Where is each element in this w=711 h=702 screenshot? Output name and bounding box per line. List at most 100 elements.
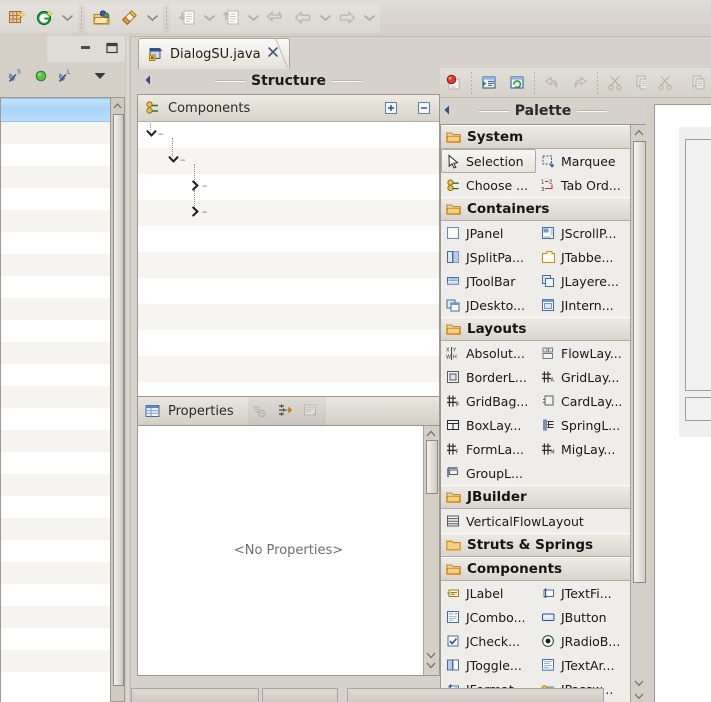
palette-category-header[interactable]: Layouts [441, 317, 631, 341]
palette-item-springl[interactable]: SpringL... [536, 413, 631, 437]
editor-tab-dialogsu[interactable]: DialogSU.java [138, 38, 290, 69]
tree-row[interactable]: – [138, 164, 439, 200]
new-wizard-button[interactable] [3, 4, 31, 32]
tree-row[interactable] [138, 356, 439, 382]
import-button[interactable] [173, 4, 201, 32]
palette-item-jtoggle[interactable]: JToggle... [441, 653, 536, 677]
refresh-button[interactable] [503, 69, 531, 97]
sash-divider-left[interactable] [125, 36, 131, 702]
restore-default-button[interactable] [248, 401, 270, 421]
chevron-down-icon[interactable] [317, 6, 333, 30]
package-explorer-row[interactable] [1, 144, 111, 166]
package-explorer-row[interactable] [1, 166, 111, 188]
forward-button[interactable] [333, 4, 361, 32]
tree-row[interactable] [138, 330, 439, 356]
package-explorer-scrollbar[interactable] [110, 97, 125, 702]
cut-button[interactable] [601, 69, 629, 97]
tree-row[interactable] [138, 304, 439, 330]
palette-item-jpanel[interactable]: JPanel [441, 221, 536, 245]
close-icon[interactable] [267, 46, 279, 62]
last-edit-location-button[interactable] [261, 4, 289, 32]
palette-item-selection[interactable]: Selection [441, 149, 536, 173]
chevron-down-icon[interactable] [144, 6, 160, 30]
dialog-content-pane[interactable] [685, 139, 711, 391]
palette-item-boxlay[interactable]: BoxLay... [441, 413, 536, 437]
palette-item-cardlay[interactable]: CardLay... [536, 389, 631, 413]
palette-item-jtextfi[interactable]: JTextFi... [536, 581, 631, 605]
palette-category-header[interactable]: System [441, 125, 631, 149]
palette-item-jcheck[interactable]: JCheck... [441, 629, 536, 653]
palette-item-jdeskto[interactable]: JDeskto... [441, 293, 536, 317]
package-explorer-row[interactable] [1, 430, 111, 452]
palette-item-miglay[interactable]: M MigLay... [536, 437, 631, 461]
package-explorer-row[interactable] [1, 584, 111, 606]
chevron-down-icon[interactable] [146, 128, 157, 142]
package-explorer-list[interactable] [0, 97, 111, 702]
scroll-down-icon-2[interactable] [426, 659, 436, 673]
show-advanced-button[interactable] [274, 401, 296, 421]
link-with-selection-icon[interactable]: S [8, 68, 24, 87]
package-explorer-row[interactable] [1, 298, 111, 320]
package-explorer-row[interactable] [1, 540, 111, 562]
palette-category-header[interactable]: Containers [441, 197, 631, 221]
open-type-button[interactable] [88, 4, 116, 32]
tree-row[interactable]: – [138, 138, 439, 174]
palette-item-jscrollp[interactable]: JScrollP... [536, 221, 631, 245]
collapse-all-button[interactable] [413, 98, 435, 118]
scroll-up-icon[interactable] [633, 126, 644, 139]
left-chevron-icon[interactable] [143, 74, 153, 90]
palette-item-jtextar[interactable]: JTextAr... [536, 653, 631, 677]
package-explorer-row[interactable] [1, 210, 111, 232]
palette-item-choose[interactable]: Choose ... [441, 173, 536, 197]
package-explorer-row[interactable] [1, 452, 111, 474]
package-explorer-row[interactable] [1, 474, 111, 496]
cut-button[interactable] [651, 69, 679, 97]
component-tree[interactable]: – – – – [138, 122, 439, 398]
palette-item-jtoolbar[interactable]: JToolBar [441, 269, 536, 293]
tree-row[interactable] [138, 252, 439, 278]
palette-item-jradiob[interactable]: JRadioB... [536, 629, 631, 653]
scroll-up-icon[interactable] [426, 427, 436, 441]
dialog-button-bar[interactable] [685, 397, 711, 421]
package-explorer-row[interactable] [1, 562, 111, 584]
tree-row[interactable] [138, 226, 439, 252]
package-explorer-row[interactable] [1, 518, 111, 540]
palette-scrollbar[interactable] [630, 125, 647, 702]
package-explorer-row[interactable] [1, 386, 111, 408]
design-surface[interactable] [654, 104, 711, 702]
package-explorer-row[interactable] [1, 364, 111, 386]
scrollbar-thumb[interactable] [113, 114, 124, 686]
scroll-up-icon[interactable] [113, 99, 122, 113]
copy-button[interactable] [685, 69, 711, 97]
focus-icon[interactable]: L [58, 68, 74, 87]
export-button[interactable] [217, 4, 245, 32]
view-menu-icon[interactable] [92, 70, 108, 85]
palette-item-verticalflowlayout[interactable]: VerticalFlowLayout [441, 509, 631, 533]
palette-item-jsplitpa[interactable]: JSplitPa... [441, 245, 536, 269]
palette-category-header[interactable]: Components [441, 557, 631, 581]
palette-item-borderl[interactable]: BorderL... [441, 365, 536, 389]
palette-item-jlayere[interactable]: JLayere... [536, 269, 631, 293]
package-explorer-row[interactable] [1, 254, 111, 276]
undo-button[interactable] [538, 69, 566, 97]
chevron-right-icon[interactable] [190, 206, 201, 220]
chevron-down-icon[interactable] [168, 154, 179, 168]
palette-category-header[interactable]: Struts & Springs [441, 533, 631, 557]
tree-row[interactable] [138, 278, 439, 304]
palette-item-gridbag[interactable]: B GridBag... [441, 389, 536, 413]
properties-scrollbar[interactable] [423, 426, 439, 675]
minimize-button[interactable] [79, 42, 93, 57]
package-explorer-row[interactable] [1, 606, 111, 628]
package-explorer-row[interactable] [1, 320, 111, 342]
scrollbar-thumb[interactable] [633, 141, 646, 583]
palette-item-flowlay[interactable]: FlowLay... [536, 341, 631, 365]
chevron-down-icon[interactable] [361, 6, 377, 30]
package-explorer-row[interactable] [1, 408, 111, 430]
redo-button[interactable] [566, 69, 594, 97]
palette-category-header[interactable]: JBuilder [441, 485, 631, 509]
left-chevron-icon[interactable] [442, 104, 452, 120]
chevron-down-icon[interactable] [59, 6, 75, 30]
scrollbar-thumb[interactable] [426, 440, 438, 494]
palette-item-jlabel[interactable]: JLabel [441, 581, 536, 605]
package-explorer-row[interactable] [1, 122, 111, 144]
